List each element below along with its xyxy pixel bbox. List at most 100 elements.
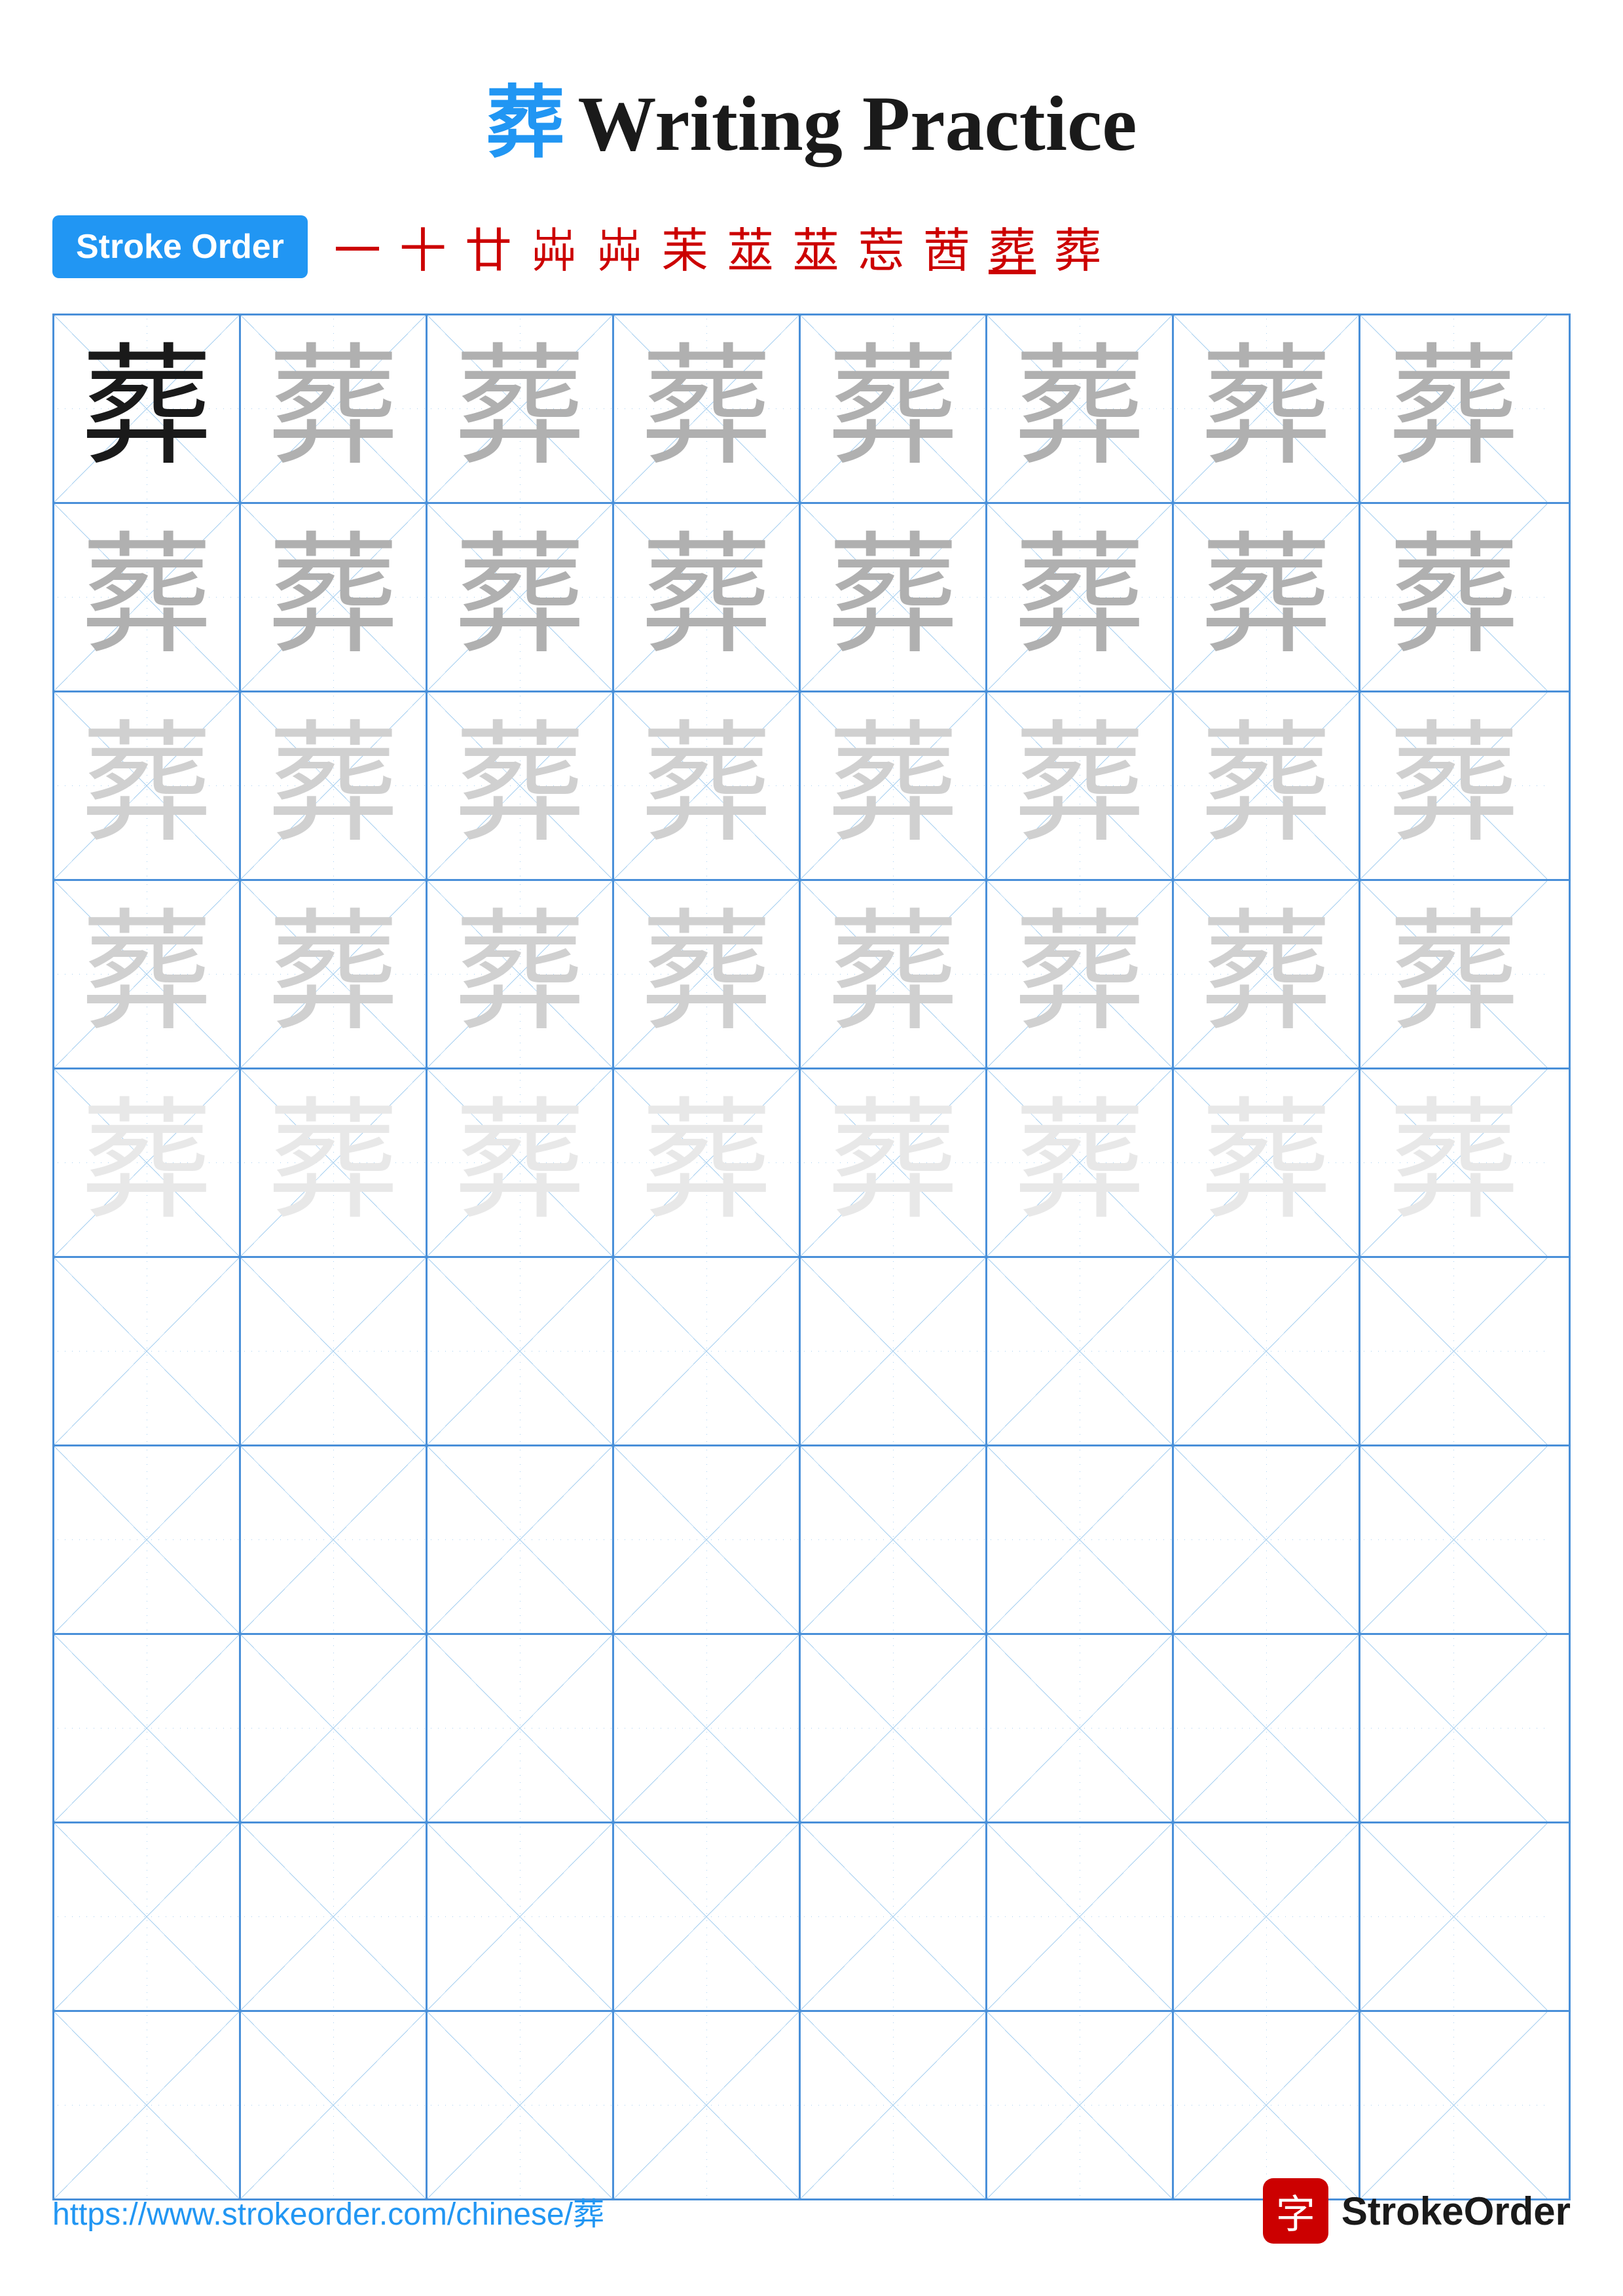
stroke-order-chars: 一 十 廿 芔 芔 苿 莁 莁 莣 莤 葬 葬 xyxy=(334,212,1101,281)
practice-grid: 葬 葬 葬 葬 葬 葬 葬 葬 葬 葬 葬 葬 葬 葬 葬 葬 葬 葬 葬 葬 … xyxy=(52,314,1571,2200)
grid-row: 葬 葬 葬 葬 葬 葬 葬 葬 xyxy=(54,692,1569,881)
grid-cell: 葬 xyxy=(1360,315,1547,502)
grid-cell: 葬 xyxy=(614,1069,801,1256)
grid-cell xyxy=(614,1823,801,2010)
grid-cell xyxy=(54,1823,241,2010)
grid-row: 葬 葬 葬 葬 葬 葬 葬 葬 xyxy=(54,881,1569,1069)
grid-cell: 葬 xyxy=(1174,692,1360,879)
grid-cell: 葬 xyxy=(801,692,987,879)
grid-cell: 葬 xyxy=(987,504,1174,691)
title-text: Writing Practice xyxy=(577,80,1137,167)
grid-cell xyxy=(428,1823,614,2010)
grid-cell: 葬 xyxy=(801,1069,987,1256)
grid-cell xyxy=(987,2012,1174,2198)
grid-cell: 葬 xyxy=(428,881,614,1067)
grid-cell xyxy=(614,2012,801,2198)
grid-cell xyxy=(54,2012,241,2198)
grid-cell xyxy=(54,1635,241,1821)
grid-cell xyxy=(801,1446,987,1633)
grid-cell: 葬 xyxy=(54,504,241,691)
grid-row-empty xyxy=(54,2012,1569,2198)
grid-cell xyxy=(987,1635,1174,1821)
footer: https://www.strokeorder.com/chinese/葬 字 … xyxy=(0,2178,1623,2244)
grid-cell: 葬 xyxy=(987,315,1174,502)
grid-cell: 葬 xyxy=(1360,692,1547,879)
grid-cell: 葬 xyxy=(1360,504,1547,691)
grid-cell xyxy=(241,1258,428,1444)
grid-cell: 葬 xyxy=(614,504,801,691)
stroke-order-badge: Stroke Order xyxy=(52,215,308,278)
grid-row-empty xyxy=(54,1823,1569,2012)
grid-row: 葬 葬 葬 葬 葬 葬 葬 葬 xyxy=(54,504,1569,692)
footer-logo-text: StrokeOrder xyxy=(1341,2189,1571,2234)
grid-cell xyxy=(1174,2012,1360,2198)
grid-row-empty xyxy=(54,1258,1569,1446)
grid-cell xyxy=(428,1635,614,1821)
grid-cell: 葬 xyxy=(801,504,987,691)
grid-cell: 葬 xyxy=(241,504,428,691)
title-char: 葬 xyxy=(486,80,564,167)
grid-cell xyxy=(1360,2012,1547,2198)
grid-cell xyxy=(1360,1258,1547,1444)
grid-cell: 葬 xyxy=(1174,315,1360,502)
footer-url[interactable]: https://www.strokeorder.com/chinese/葬 xyxy=(52,2188,604,2234)
grid-cell: 葬 xyxy=(428,315,614,502)
grid-cell: 葬 xyxy=(801,315,987,502)
grid-row-empty xyxy=(54,1635,1569,1823)
grid-cell xyxy=(987,1258,1174,1444)
grid-cell xyxy=(801,1823,987,2010)
grid-cell xyxy=(1174,1446,1360,1633)
grid-cell: 葬 xyxy=(54,315,241,502)
grid-cell: 葬 xyxy=(241,1069,428,1256)
grid-cell: 葬 xyxy=(1360,1069,1547,1256)
grid-cell: 葬 xyxy=(987,1069,1174,1256)
grid-cell: 葬 xyxy=(614,881,801,1067)
grid-cell xyxy=(1174,1258,1360,1444)
grid-cell xyxy=(1174,1823,1360,2010)
grid-cell xyxy=(241,1635,428,1821)
grid-cell xyxy=(241,1446,428,1633)
grid-cell: 葬 xyxy=(614,315,801,502)
grid-cell xyxy=(614,1635,801,1821)
page-title: 葬Writing Practice xyxy=(0,0,1623,212)
grid-cell: 葬 xyxy=(987,881,1174,1067)
grid-row: 葬 葬 葬 葬 葬 葬 葬 葬 xyxy=(54,315,1569,504)
stroke-order-row: Stroke Order 一 十 廿 芔 芔 苿 莁 莁 莣 莤 葬 葬 xyxy=(52,212,1571,281)
grid-cell: 葬 xyxy=(987,692,1174,879)
grid-cell xyxy=(241,2012,428,2198)
grid-cell: 葬 xyxy=(241,881,428,1067)
grid-cell: 葬 xyxy=(614,692,801,879)
grid-cell xyxy=(987,1446,1174,1633)
grid-cell xyxy=(428,2012,614,2198)
grid-cell xyxy=(801,2012,987,2198)
grid-cell xyxy=(241,1823,428,2010)
grid-row-empty xyxy=(54,1446,1569,1635)
grid-cell xyxy=(801,1635,987,1821)
strokeorder-logo-icon: 字 xyxy=(1263,2178,1328,2244)
grid-cell: 葬 xyxy=(428,692,614,879)
grid-cell xyxy=(614,1446,801,1633)
grid-cell: 葬 xyxy=(54,881,241,1067)
grid-row: 葬 葬 葬 葬 葬 葬 葬 葬 xyxy=(54,1069,1569,1258)
grid-cell: 葬 xyxy=(1174,881,1360,1067)
grid-cell xyxy=(1360,1446,1547,1633)
grid-cell: 葬 xyxy=(1360,881,1547,1067)
grid-cell xyxy=(428,1446,614,1633)
grid-cell: 葬 xyxy=(801,881,987,1067)
grid-cell: 葬 xyxy=(241,315,428,502)
grid-cell: 葬 xyxy=(428,504,614,691)
grid-cell xyxy=(801,1258,987,1444)
grid-cell: 葬 xyxy=(1174,1069,1360,1256)
grid-cell: 葬 xyxy=(54,692,241,879)
grid-cell xyxy=(54,1258,241,1444)
grid-cell: 葬 xyxy=(54,1069,241,1256)
grid-cell: 葬 xyxy=(241,692,428,879)
grid-cell xyxy=(614,1258,801,1444)
grid-cell xyxy=(1360,1823,1547,2010)
grid-cell xyxy=(987,1823,1174,2010)
grid-cell xyxy=(54,1446,241,1633)
grid-cell: 葬 xyxy=(1174,504,1360,691)
grid-cell xyxy=(1174,1635,1360,1821)
grid-cell xyxy=(428,1258,614,1444)
grid-cell xyxy=(1360,1635,1547,1821)
